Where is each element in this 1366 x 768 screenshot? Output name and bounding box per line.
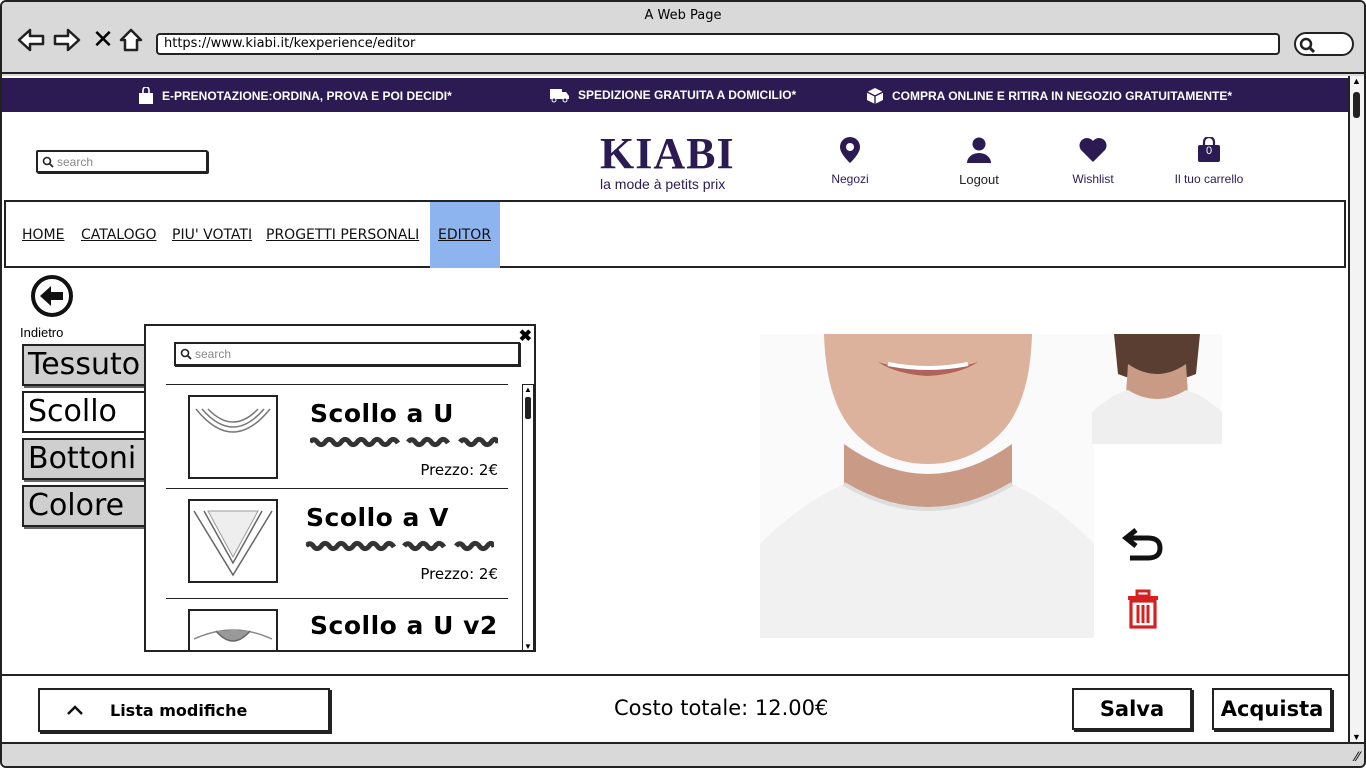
picker-search-placeholder: search <box>195 347 232 361</box>
truck-icon <box>550 89 569 103</box>
placeholder-text-scribble <box>306 540 494 552</box>
address-bar[interactable]: https://www.kiabi.it/kexperience/editor <box>156 33 1280 55</box>
picker-scroll-thumb[interactable] <box>525 397 531 419</box>
editor-footer-bar: Lista modifiche Costo totale: 12.00€ Sal… <box>2 674 1348 742</box>
stores-link[interactable]: Negozi <box>795 134 905 186</box>
scroll-down-icon[interactable]: ▼ <box>1352 732 1362 742</box>
changes-list-label: Lista modifiche <box>110 700 248 720</box>
logout-label: Logout <box>959 172 999 187</box>
neckline-u-v2-thumbnail <box>188 609 278 650</box>
option-title: Scollo a V <box>306 503 449 532</box>
category-color-button[interactable]: Colore <box>22 485 146 527</box>
cart-link[interactable]: 0 Il tuo carrello <box>1154 134 1264 186</box>
browser-status-bar: ⁄⁄ <box>2 742 1364 766</box>
search-placeholder: search <box>57 154 94 169</box>
buy-button[interactable]: Acquista <box>1212 688 1332 730</box>
category-neckline-button[interactable]: Scollo <box>22 391 146 433</box>
browser-toolbar: A Web Page ✕ https://www.kiabi.it/kexper… <box>2 2 1364 74</box>
nav-home[interactable]: HOME <box>14 202 72 268</box>
neckline-u-thumbnail <box>188 395 278 479</box>
search-icon <box>1299 37 1316 54</box>
search-input[interactable]: search <box>36 150 208 173</box>
option-title: Scollo a U v2 <box>310 611 498 640</box>
option-title: Scollo a U <box>310 399 454 428</box>
picker-scrollbar[interactable]: ▲ ▼ <box>522 384 534 650</box>
browser-window: A Web Page ✕ https://www.kiabi.it/kexper… <box>0 0 1366 768</box>
wishlist-label: Wishlist <box>1072 172 1114 186</box>
category-fabric-button[interactable]: Tessuto <box>22 344 146 386</box>
resize-grip-icon[interactable]: ⁄⁄ <box>1355 748 1360 764</box>
neckline-picker-panel: ✖ search Scollo a U Prezzo: 2€ Scollo a … <box>144 324 536 652</box>
promo-text: COMPRA ONLINE E RITIRA IN NEGOZIO GRATUI… <box>892 89 1232 103</box>
promo-item-reservation: E-PRENOTAZIONE:ORDINA, PROVA E POI DECID… <box>138 87 452 105</box>
promo-bar: E-PRENOTAZIONE:ORDINA, PROVA E POI DECID… <box>2 78 1348 112</box>
browser-search-field[interactable] <box>1294 32 1354 56</box>
stop-icon[interactable]: ✕ <box>88 25 118 55</box>
trash-icon[interactable] <box>1124 588 1162 635</box>
neckline-v-thumbnail <box>188 499 278 583</box>
main-navigation: HOME CATALOGO PIU' VOTATI PROGETTI PERSO… <box>4 200 1346 268</box>
neckline-option-v[interactable]: Scollo a V Prezzo: 2€ <box>166 488 508 592</box>
neckline-option-u[interactable]: Scollo a U Prezzo: 2€ <box>166 384 508 488</box>
shirt-preview-back <box>1092 334 1222 444</box>
back-label: Indietro <box>20 325 64 340</box>
page-scrollbar[interactable]: ▲ ▼ <box>1348 76 1364 742</box>
close-icon[interactable]: ✖ <box>519 326 532 346</box>
arrow-left-circle-icon <box>31 275 73 317</box>
neckline-option-u-v2[interactable]: Scollo a U v2 <box>166 598 508 650</box>
option-price: Prezzo: 2€ <box>420 565 498 583</box>
package-icon <box>866 88 884 104</box>
logo-tagline: la mode à petits prix <box>600 176 726 192</box>
promo-text: SPEDIZIONE GRATUITA A DOMICILIO* <box>578 88 797 102</box>
scroll-up-icon[interactable]: ▲ <box>1352 76 1362 86</box>
save-button[interactable]: Salva <box>1072 688 1192 730</box>
nav-top-rated[interactable]: PIU' VOTATI <box>164 202 260 268</box>
promo-item-pickup: COMPRA ONLINE E RITIRA IN NEGOZIO GRATUI… <box>866 87 1232 105</box>
nav-personal-projects[interactable]: PROGETTI PERSONALI <box>258 202 427 268</box>
heart-icon <box>1079 138 1107 162</box>
logout-link[interactable]: Logout <box>924 134 1034 187</box>
total-cost: Costo totale: 12.00€ <box>614 696 829 720</box>
changes-list-toggle[interactable]: Lista modifiche <box>38 688 330 732</box>
shirt-preview-front <box>760 334 1094 638</box>
kiabi-logo[interactable]: KIABI la mode à petits prix <box>600 129 750 193</box>
promo-item-shipping: SPEDIZIONE GRATUITA A DOMICILIO* <box>550 87 796 103</box>
cart-label: Il tuo carrello <box>1174 172 1244 186</box>
page-scroll-thumb[interactable] <box>1353 92 1360 118</box>
promo-text: E-PRENOTAZIONE:ORDINA, PROVA E POI DECID… <box>162 89 452 103</box>
wishlist-link[interactable]: Wishlist <box>1038 134 1148 186</box>
category-buttons-button[interactable]: Bottoni <box>22 438 146 480</box>
logo-text: KIABI <box>600 129 735 178</box>
window-title: A Web Page <box>644 8 722 23</box>
back-arrow-icon[interactable] <box>16 26 46 54</box>
cart-count-badge: 0 <box>1205 145 1213 157</box>
back-button[interactable]: Indietro <box>20 274 80 340</box>
map-pin-icon <box>840 137 860 163</box>
user-icon <box>967 137 991 163</box>
page-viewport: E-PRENOTAZIONE:ORDINA, PROVA E POI DECID… <box>2 76 1348 742</box>
forward-arrow-icon[interactable] <box>52 26 82 54</box>
undo-icon[interactable] <box>1121 520 1166 569</box>
search-icon <box>42 156 54 168</box>
stores-label: Negozi <box>831 172 869 186</box>
search-icon <box>180 348 192 360</box>
chevron-up-icon <box>67 705 83 715</box>
home-icon[interactable] <box>116 26 146 54</box>
option-price: Prezzo: 2€ <box>420 461 498 479</box>
nav-editor[interactable]: EDITOR <box>430 202 500 268</box>
placeholder-text-scribble <box>310 436 498 448</box>
shopping-bag-icon <box>139 87 153 104</box>
nav-catalog[interactable]: CATALOGO <box>73 202 165 268</box>
picker-search-input[interactable]: search <box>174 342 520 366</box>
